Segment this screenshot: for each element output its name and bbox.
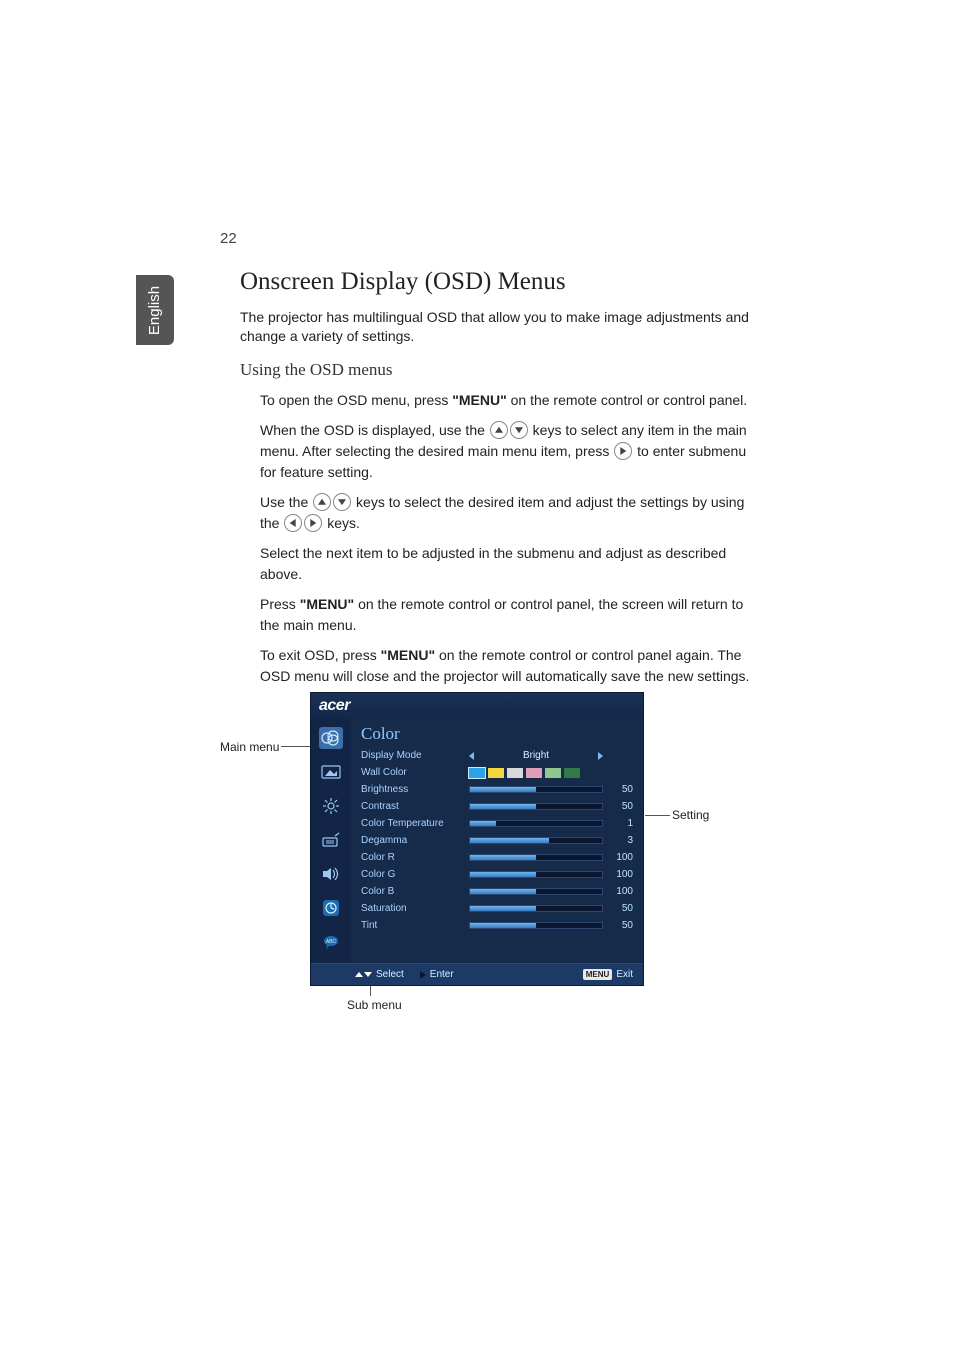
image-tab-icon[interactable] xyxy=(319,761,343,783)
left-key-icon xyxy=(284,514,302,532)
footer-enter: Enter xyxy=(420,969,454,980)
instruction-6: To exit OSD, press "MENU" on the remote … xyxy=(260,645,750,687)
audio-tab-icon[interactable] xyxy=(319,863,343,885)
language-label: English xyxy=(147,285,164,334)
management-tab-icon[interactable] xyxy=(319,829,343,851)
slider-track[interactable] xyxy=(469,820,603,827)
page-heading: Onscreen Display (OSD) Menus xyxy=(240,268,750,296)
menu-chip: MENU xyxy=(583,969,613,980)
right-key-icon xyxy=(304,514,322,532)
slider-track[interactable] xyxy=(469,905,603,912)
slider-label: Saturation xyxy=(361,903,463,914)
up-key-icon xyxy=(313,493,331,511)
slider-value: 1 xyxy=(609,818,633,829)
instruction-5: Press "MENU" on the remote control or co… xyxy=(260,594,750,636)
slider-label: Degamma xyxy=(361,835,463,846)
slider-label: Contrast xyxy=(361,801,463,812)
down-key-icon xyxy=(510,421,528,439)
instruction-3: Use the keys to select the desired item … xyxy=(260,492,750,534)
callout-line xyxy=(281,746,311,747)
wall-color-swatches xyxy=(469,768,580,778)
slider-row[interactable]: Color G 100 xyxy=(361,866,633,883)
callout-setting: Setting xyxy=(672,808,709,822)
footer-exit: MENU Exit xyxy=(583,969,633,980)
slider-label: Brightness xyxy=(361,784,463,795)
instruction-list: To open the OSD menu, press "MENU" on th… xyxy=(260,390,750,687)
slider-label: Color R xyxy=(361,852,463,863)
osd-window: acer xyxy=(310,692,644,986)
display-mode-value: Bright xyxy=(478,750,594,761)
osd-body: ABC Color Display Mode Bright Wall Color xyxy=(311,719,643,963)
osd-section-title: Color xyxy=(361,724,633,744)
slider-value: 3 xyxy=(609,835,633,846)
slider-row[interactable]: Color B 100 xyxy=(361,883,633,900)
up-triangle-icon xyxy=(355,972,363,977)
color-swatch[interactable] xyxy=(545,768,561,778)
right-triangle-icon xyxy=(420,971,426,979)
svg-text:ABC: ABC xyxy=(326,939,337,945)
slider-row[interactable]: Degamma 3 xyxy=(361,832,633,849)
color-swatch[interactable] xyxy=(564,768,580,778)
slider-track[interactable] xyxy=(469,854,603,861)
slider-row[interactable]: Saturation 50 xyxy=(361,900,633,917)
slider-row[interactable]: Color Temperature 1 xyxy=(361,815,633,832)
section-subheading: Using the OSD menus xyxy=(240,360,750,380)
osd-sidebar: ABC xyxy=(311,719,351,963)
language-tab-icon[interactable]: ABC xyxy=(319,931,343,953)
right-arrow-icon[interactable] xyxy=(598,752,603,760)
slider-row[interactable]: Color R 100 xyxy=(361,849,633,866)
color-swatch[interactable] xyxy=(469,768,485,778)
right-key-icon xyxy=(614,442,632,460)
color-swatch[interactable] xyxy=(507,768,523,778)
slider-value: 50 xyxy=(609,801,633,812)
slider-value: 50 xyxy=(609,784,633,795)
slider-value: 50 xyxy=(609,920,633,931)
slider-value: 100 xyxy=(609,852,633,863)
down-triangle-icon xyxy=(364,972,372,977)
slider-track[interactable] xyxy=(469,803,603,810)
callout-line xyxy=(645,815,670,816)
brand-logo: acer xyxy=(319,697,350,715)
page-number: 22 xyxy=(220,230,237,247)
footer-select: Select xyxy=(355,969,404,980)
slider-track[interactable] xyxy=(469,888,603,895)
slider-label: Color B xyxy=(361,886,463,897)
osd-titlebar: acer xyxy=(311,693,643,719)
instruction-2: When the OSD is displayed, use the keys … xyxy=(260,420,750,483)
slider-value: 50 xyxy=(609,903,633,914)
down-key-icon xyxy=(333,493,351,511)
slider-track[interactable] xyxy=(469,837,603,844)
settings-tab-icon[interactable] xyxy=(319,795,343,817)
intro-text: The projector has multilingual OSD that … xyxy=(240,308,750,346)
display-mode-label: Display Mode xyxy=(361,750,463,761)
color-swatch[interactable] xyxy=(526,768,542,778)
color-tab-icon[interactable] xyxy=(319,727,343,749)
slider-track[interactable] xyxy=(469,922,603,929)
slider-value: 100 xyxy=(609,886,633,897)
osd-footer: Select Enter MENU Exit xyxy=(311,963,643,985)
wall-color-row[interactable]: Wall Color xyxy=(361,764,633,781)
slider-row[interactable]: Contrast 50 xyxy=(361,798,633,815)
timer-tab-icon[interactable] xyxy=(319,897,343,919)
slider-track[interactable] xyxy=(469,871,603,878)
osd-main-panel: Color Display Mode Bright Wall Color xyxy=(351,719,643,963)
slider-label: Color Temperature xyxy=(361,818,463,829)
display-mode-row[interactable]: Display Mode Bright xyxy=(361,747,633,764)
callout-main-menu: Main menu xyxy=(220,740,279,754)
language-tab: English xyxy=(136,275,174,345)
slider-value: 100 xyxy=(609,869,633,880)
slider-label: Color G xyxy=(361,869,463,880)
left-arrow-icon[interactable] xyxy=(469,752,474,760)
up-key-icon xyxy=(490,421,508,439)
slider-label: Tint xyxy=(361,920,463,931)
instruction-1: To open the OSD menu, press "MENU" on th… xyxy=(260,390,750,411)
slider-row[interactable]: Tint 50 xyxy=(361,917,633,934)
instruction-4: Select the next item to be adjusted in t… xyxy=(260,543,750,585)
slider-track[interactable] xyxy=(469,786,603,793)
color-swatch[interactable] xyxy=(488,768,504,778)
callout-sub-menu: Sub menu xyxy=(347,998,402,1012)
content-column: Onscreen Display (OSD) Menus The project… xyxy=(240,268,750,696)
wall-color-label: Wall Color xyxy=(361,767,463,778)
slider-row[interactable]: Brightness 50 xyxy=(361,781,633,798)
